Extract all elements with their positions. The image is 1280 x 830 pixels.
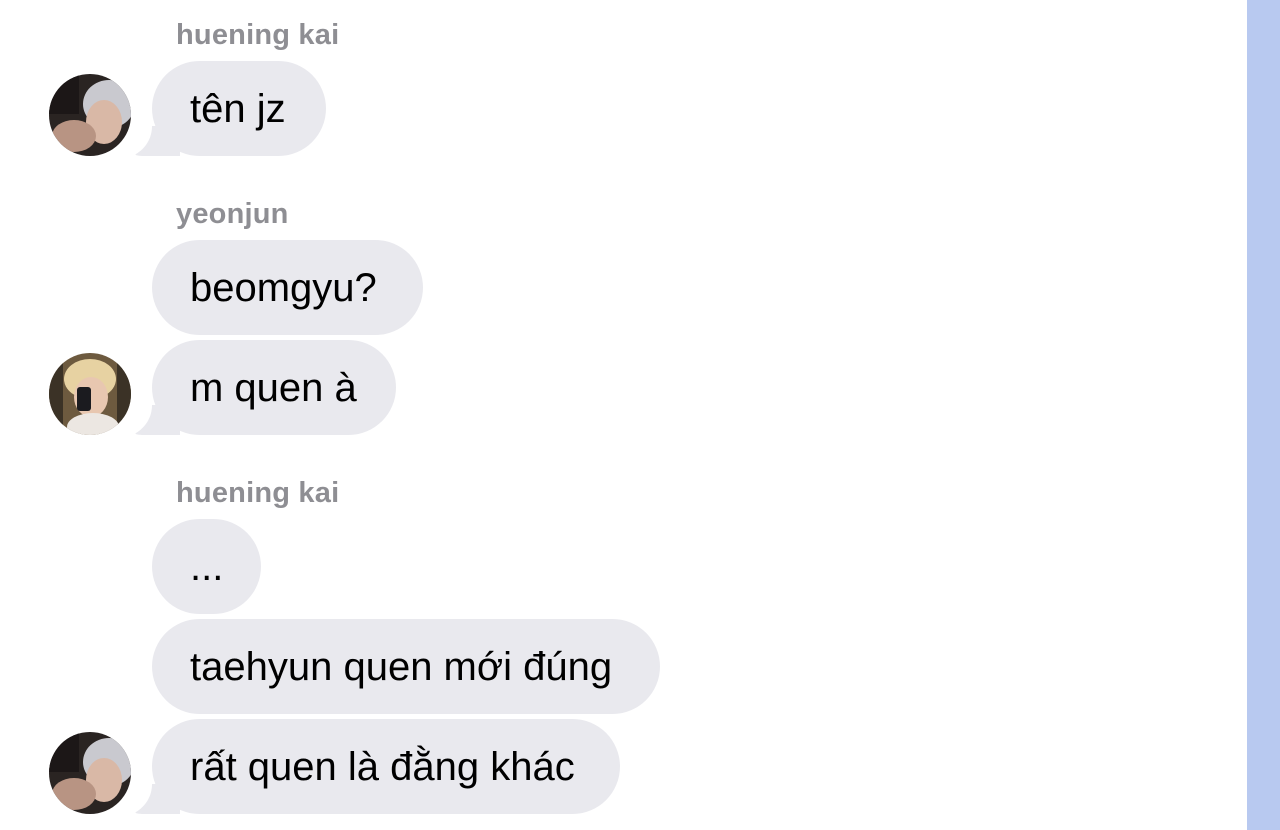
- message-bubble[interactable]: rất quen là đằng khác: [152, 719, 620, 814]
- side-strip: [1247, 0, 1280, 830]
- message-text: ...: [190, 544, 224, 589]
- message-text: rất quen là đằng khác: [190, 744, 575, 789]
- message-bubble[interactable]: tên jz: [152, 61, 326, 156]
- message-text: beomgyu?: [190, 265, 377, 310]
- sender-name: huening kai: [176, 477, 340, 509]
- sender-name: yeonjun: [176, 198, 289, 230]
- chat-screen: huening kai tên jz yeonjun beomgyu? m qu…: [0, 0, 1280, 830]
- message-bubble[interactable]: taehyun quen mới đúng: [152, 619, 660, 714]
- message-bubble[interactable]: beomgyu?: [152, 240, 423, 335]
- sender-name: huening kai: [176, 19, 340, 51]
- message-bubble[interactable]: ...: [152, 519, 261, 614]
- huening-kai-avatar[interactable]: [49, 732, 131, 814]
- yeonjun-avatar[interactable]: [49, 353, 131, 435]
- message-text: taehyun quen mới đúng: [190, 644, 613, 689]
- message-text: m quen à: [190, 365, 357, 410]
- huening-kai-avatar[interactable]: [49, 74, 131, 156]
- message-text: tên jz: [190, 86, 286, 131]
- message-bubble[interactable]: m quen à: [152, 340, 396, 435]
